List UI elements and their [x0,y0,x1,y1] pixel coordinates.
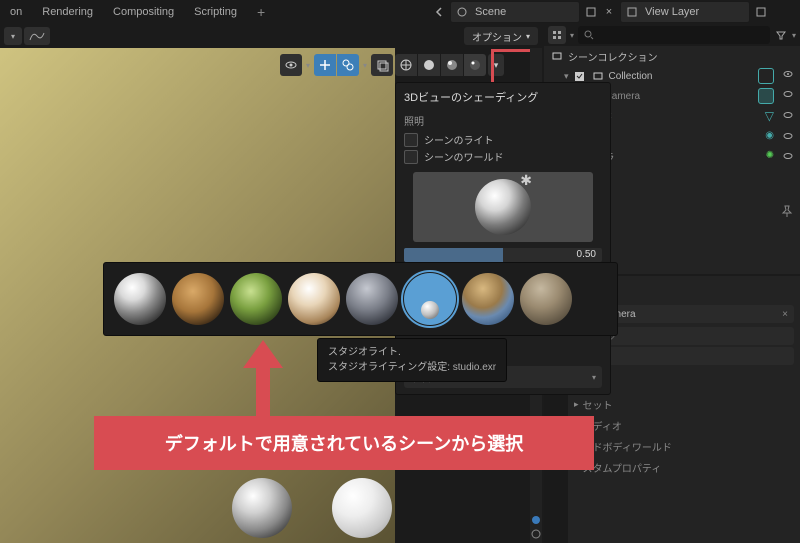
hdri-option-6-selected[interactable] [404,273,456,325]
clear-icon[interactable]: × [782,309,788,320]
hdri-option-3[interactable] [230,273,282,325]
hdri-option-5[interactable] [346,273,398,325]
eye-icon[interactable] [782,68,794,84]
shading-wireframe[interactable] [395,54,417,76]
collection-icon [550,49,564,63]
restrict-toggle[interactable] [758,88,774,104]
hdri-option-1[interactable] [114,273,166,325]
visibility-toggle[interactable] [280,54,302,76]
scene-name: Scene [475,6,506,18]
hdri-picker-strip [103,262,618,336]
eye-icon[interactable] [782,88,794,104]
tooltip: スタジオライト. スタジオライティング設定: studio.exr [317,338,507,382]
viewlayer-dropdown[interactable]: View Layer [620,1,750,23]
eye-icon[interactable] [782,150,794,162]
outliner-row-scene-collection[interactable]: シーンコレクション [544,46,800,66]
tooltip-line1: スタジオライト. [328,345,496,360]
tooltip-line2-value: studio.exr [453,362,496,373]
gear-icon[interactable]: ✱ [520,172,532,189]
options-dropdown[interactable]: オプション ▾ [464,27,538,45]
search-icon [584,30,594,40]
delete-scene-icon[interactable]: × [602,5,616,19]
nav-gizmo-icon[interactable] [531,515,541,525]
workspace-tab[interactable]: Scripting [184,0,247,24]
eye-icon[interactable] [782,109,794,123]
shading-popover-title: 3Dビューのシェーディング [404,89,602,105]
workspace-tab[interactable]: Rendering [32,0,103,24]
scene-selector-bar: Scene × View Layer [432,0,800,24]
pin-icon[interactable] [780,204,794,218]
mesh-data-icon[interactable]: ▽ [765,109,774,123]
slider-value: 0.50 [577,248,596,262]
xray-toggle[interactable] [371,54,393,76]
hdri-option-7[interactable] [462,273,514,325]
eye-icon[interactable] [782,130,794,142]
viewlayer-icon [625,5,639,19]
secondary-toolbar: オプション ▾ [0,26,542,46]
tooltip-line2-label: スタジオライティング設定: [328,362,453,373]
light-data-icon[interactable]: ✺ [766,150,774,162]
back-icon[interactable] [432,5,446,19]
sphere-object[interactable] [232,478,292,538]
hdri-option-8[interactable] [520,273,572,325]
shading-rendered[interactable] [464,54,486,76]
checkbox-icon[interactable] [573,69,587,83]
shading-solid[interactable] [418,54,440,76]
viewlayer-name: View Layer [645,6,699,18]
editor-type-dropdown[interactable]: ▾ [4,27,22,45]
scene-icon [455,5,469,19]
mode-curve-icon[interactable] [24,27,50,45]
viewport-objects [232,478,392,538]
overlay-button[interactable] [337,54,359,76]
add-workspace-button[interactable]: + [247,0,275,24]
scene-lights-checkbox[interactable]: シーンのライト [404,132,602,147]
viewport-shading-toolbar: ▾ ▾ ▾ [280,54,504,76]
hdri-option-4[interactable] [288,273,340,325]
light-data-icon[interactable]: ◉ [765,130,774,142]
annotation-text: デフォルトで用意されているシーンから選択 [165,430,524,456]
scene-world-checkbox[interactable]: シーンのワールド [404,149,602,164]
shading-matprev[interactable] [441,54,463,76]
hdri-strength-slider[interactable]: 0.50 [404,248,602,262]
scene-dropdown[interactable]: Scene [450,1,580,23]
hdri-option-2[interactable] [172,273,224,325]
gizmo-button[interactable] [314,54,336,76]
shading-dropdown-button[interactable]: ▾ [488,54,504,76]
restrict-toggle[interactable] [758,68,774,84]
outliner-search[interactable] [578,26,770,44]
collection-icon [591,69,605,83]
workspace-tab[interactable]: Compositing [103,0,184,24]
lighting-section-label: 照明 [404,113,602,128]
outliner-display-mode[interactable] [548,26,566,44]
sphere-object[interactable] [332,478,392,538]
new-scene-icon[interactable] [584,5,598,19]
hdri-preview[interactable] [413,172,593,242]
filter-icon[interactable] [774,28,788,42]
new-viewlayer-icon[interactable] [754,5,768,19]
workspace-tab[interactable]: on [0,0,32,24]
nav-gizmo-icon[interactable] [531,529,541,539]
annotation-banner: デフォルトで用意されているシーンから選択 [94,416,594,470]
